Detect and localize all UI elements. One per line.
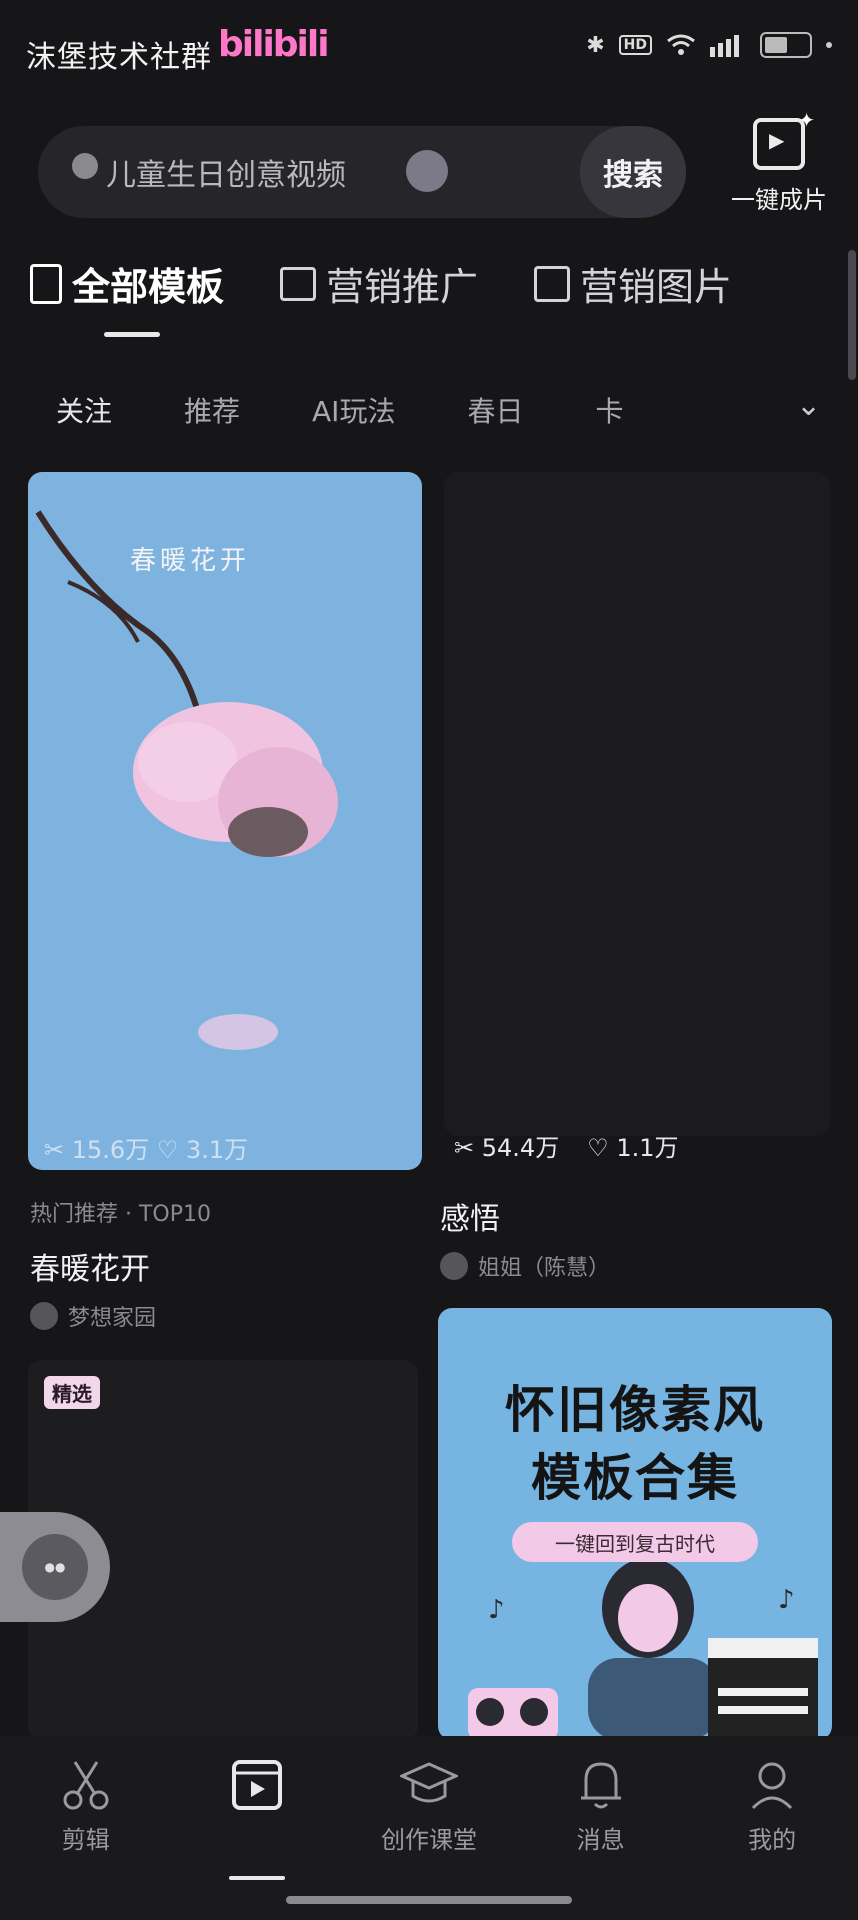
cover-subtitle: 一键回到复古时代 xyxy=(512,1522,758,1562)
card-title[interactable]: 感悟 xyxy=(440,1194,500,1238)
subtab-follow[interactable]: 关注 xyxy=(56,390,112,430)
emoji-icon xyxy=(406,150,448,192)
subtab-ai-play[interactable]: AI玩法 xyxy=(312,390,395,430)
image-icon xyxy=(534,265,571,302)
card-author[interactable]: 姐姐（陈慧） xyxy=(440,1250,610,1282)
tab-label: 营销推广 xyxy=(326,265,479,309)
one-click-create-button[interactable]: ✦ 一键成片 xyxy=(720,108,838,215)
tab-marketing-images[interactable]: 营销图片 xyxy=(534,256,732,311)
card-cover-title: 怀旧像素风 模板合集 xyxy=(438,1376,832,1512)
nav-label: 我的 xyxy=(748,1826,797,1854)
template-icon xyxy=(30,263,62,304)
cover-title-line: 模板合集 xyxy=(531,1449,739,1507)
subtab-recommended[interactable]: 推荐 xyxy=(184,390,240,430)
search-button[interactable]: 搜索 xyxy=(580,126,686,218)
svg-text:♪: ♪ xyxy=(488,1595,505,1625)
profile-icon xyxy=(749,1756,795,1814)
nav-label: 消息 xyxy=(576,1826,625,1854)
heart-icon: ♡ xyxy=(156,1136,179,1164)
floating-assistant-button[interactable]: ●● xyxy=(0,1512,110,1622)
svg-text:♪: ♪ xyxy=(778,1585,795,1615)
cover-title-line: 怀旧像素风 xyxy=(505,1381,765,1439)
nav-label: 剪辑 xyxy=(61,1826,110,1854)
card-thumb-title: 春暖花开 xyxy=(129,546,250,576)
tab-all-templates[interactable]: 全部模板 xyxy=(30,256,224,311)
scrollbar[interactable] xyxy=(848,250,856,380)
card-meta: 热门推荐 · TOP10 xyxy=(30,1202,211,1227)
signal-icon xyxy=(710,35,739,57)
wifi-icon xyxy=(667,34,695,55)
nav-profile[interactable]: 我的 xyxy=(692,1756,852,1855)
scissors-icon: ✂ xyxy=(454,1134,475,1162)
author-name: 梦想家园 xyxy=(68,1306,157,1331)
sub-tabs: 关注 推荐 AI玩法 春日 卡 xyxy=(56,390,623,430)
status-icons: ✱ HD xyxy=(586,32,832,58)
tab-label: 全部模板 xyxy=(72,265,225,309)
search-icon xyxy=(72,153,98,179)
chevron-down-icon[interactable]: ⌄ xyxy=(796,388,821,423)
subtab-spring[interactable]: 春日 xyxy=(467,390,523,430)
shopping-bag-icon xyxy=(280,266,317,301)
template-card-insight[interactable] xyxy=(444,472,830,1136)
like-count: 1.1万 xyxy=(616,1134,679,1162)
tab-label: 营销图片 xyxy=(580,265,733,309)
like-count: 3.1万 xyxy=(185,1136,249,1164)
status-dot-icon xyxy=(826,42,832,48)
hd-icon: HD xyxy=(618,35,652,55)
bell-icon xyxy=(578,1756,624,1814)
category-tabs: 全部模板 营销推广 营销图片 xyxy=(30,256,732,311)
battery-icon xyxy=(760,32,812,58)
bottom-nav-items: 剪辑 创作课堂 消息 我的 xyxy=(0,1756,858,1855)
nav-templates[interactable] xyxy=(177,1756,337,1855)
watermark-text: 沫堡技术社群 xyxy=(26,40,212,75)
nav-messages[interactable]: 消息 xyxy=(521,1756,681,1855)
nav-edit[interactable]: 剪辑 xyxy=(6,1756,166,1855)
tab-marketing-promo[interactable]: 营销推广 xyxy=(280,256,478,311)
graduation-cap-icon xyxy=(399,1756,458,1814)
bluetooth-icon: ✱ xyxy=(586,32,605,58)
assistant-icon: ●● xyxy=(22,1534,88,1600)
nav-creation-class[interactable]: 创作课堂 xyxy=(349,1756,509,1855)
nav-label: 创作课堂 xyxy=(380,1826,477,1854)
use-count: 54.4万 xyxy=(481,1134,560,1162)
avatar xyxy=(440,1252,468,1280)
bilibili-logo: bilibili xyxy=(218,24,330,65)
card-stats: ✂ 15.6万 ♡ 3.1万 xyxy=(44,1130,248,1165)
scissors-icon: ✂ xyxy=(44,1136,65,1164)
subtab-card[interactable]: 卡 xyxy=(595,390,623,430)
card-title[interactable]: 春暖花开 xyxy=(30,1244,150,1288)
active-tab-indicator xyxy=(104,332,160,337)
featured-badge: 精选 xyxy=(44,1376,100,1409)
scissors-icon xyxy=(61,1756,111,1814)
search-placeholder: 儿童生日创意视频 xyxy=(106,158,346,193)
active-nav-indicator xyxy=(229,1876,285,1880)
card-stats: ✂ 54.4万 ♡ 1.1万 xyxy=(454,1128,679,1163)
avatar xyxy=(30,1302,58,1330)
use-count: 15.6万 xyxy=(71,1136,150,1164)
one-click-create-label: 一键成片 xyxy=(731,186,827,214)
author-name: 姐姐（陈慧） xyxy=(478,1256,611,1281)
template-play-icon xyxy=(231,1756,283,1814)
video-create-icon: ✦ xyxy=(753,108,815,170)
card-author[interactable]: 梦想家园 xyxy=(30,1300,156,1332)
home-indicator[interactable] xyxy=(286,1896,572,1904)
heart-icon: ♡ xyxy=(587,1134,609,1162)
